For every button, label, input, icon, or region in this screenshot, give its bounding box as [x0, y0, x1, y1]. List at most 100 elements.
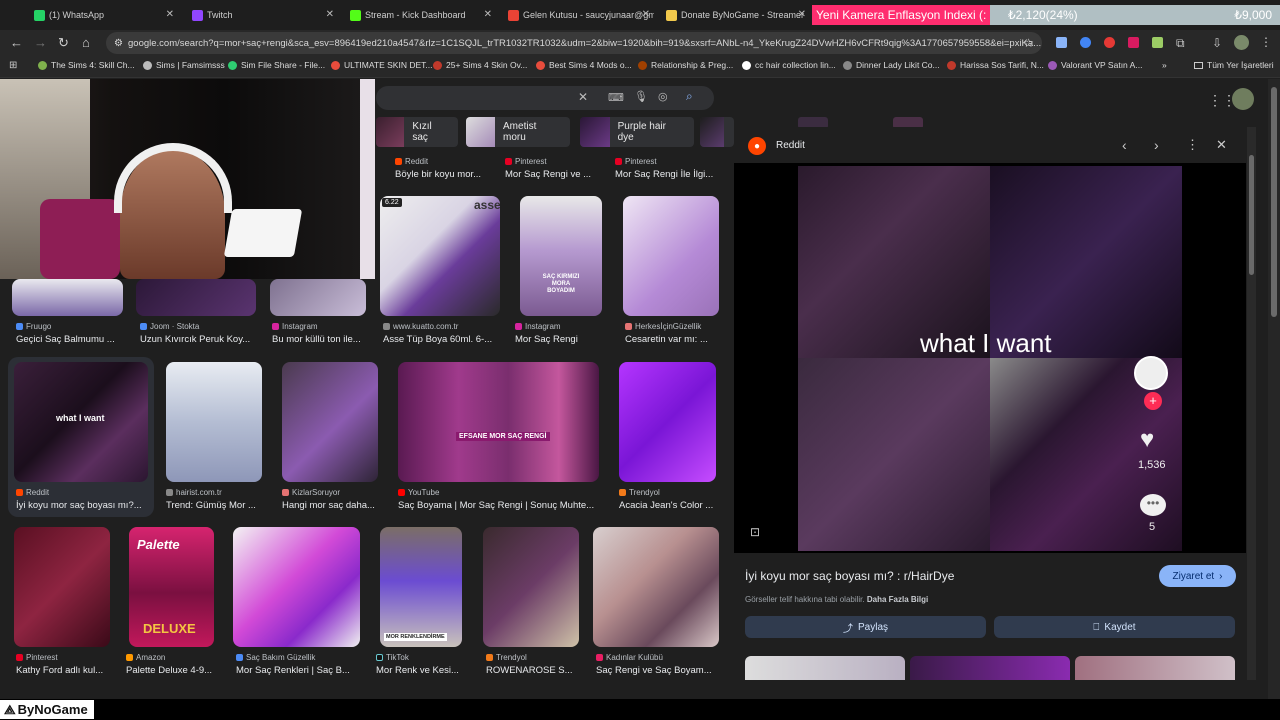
back-icon[interactable]: ←	[10, 35, 23, 50]
page-scrollbar[interactable]	[1268, 79, 1280, 699]
result-image[interactable]: Palette DELUXE	[129, 527, 214, 647]
account-avatar[interactable]	[1232, 88, 1254, 110]
save-button[interactable]: ⎕ Kaydet	[994, 616, 1235, 638]
result-image[interactable]	[282, 362, 378, 482]
extension-icon[interactable]	[1128, 37, 1139, 48]
result-image[interactable]	[270, 279, 366, 316]
extension-icon[interactable]	[1152, 37, 1163, 48]
more-bookmarks-icon[interactable]: »	[1162, 60, 1167, 70]
result-title[interactable]: Mor Saç Rengi	[515, 334, 611, 345]
result-title[interactable]: ROWENAROSE S...	[486, 665, 582, 676]
address-bar[interactable]: ⚙ google.com/search?q=mor+saç+rengi&sca_…	[106, 32, 1042, 54]
search-input[interactable]: ✕ ⌨ 🎙 ◎ ⌕	[376, 86, 714, 110]
related-image[interactable]	[910, 656, 1070, 680]
close-icon[interactable]: ✕	[798, 9, 806, 20]
lens-icon[interactable]: ◎	[658, 90, 668, 103]
extension-icon[interactable]	[1056, 37, 1067, 48]
share-button[interactable]: ⤴ Paylaş	[745, 616, 986, 638]
bookmark[interactable]: ULTIMATE SKIN DET...	[331, 60, 432, 70]
result-title[interactable]: Saç Rengi ve Saç Boyam...	[596, 665, 722, 676]
bookmark[interactable]: Relationship & Preg...	[638, 60, 733, 70]
result-image[interactable]: SAÇ KIRMIZI MORA BOYADIM	[520, 196, 602, 316]
result-title[interactable]: Geçici Saç Balmumu ...	[16, 334, 126, 345]
tab-twitch[interactable]: Twitch ✕	[186, 4, 338, 26]
result-image[interactable]: 6.22 asse	[380, 196, 500, 316]
result-image[interactable]	[593, 527, 719, 647]
chip-purple-hair-dye[interactable]: Purple hair dye	[580, 117, 694, 147]
bookmark[interactable]: Valorant VP Satın A...	[1048, 60, 1142, 70]
more-info-link[interactable]: Daha Fazla Bilgi	[867, 595, 928, 604]
all-bookmarks[interactable]: Tüm Yer İşaretleri	[1194, 60, 1274, 70]
bookmark[interactable]: cc hair collection lin...	[742, 60, 836, 70]
bookmark[interactable]: Harissa Sos Tarifi, N...	[947, 60, 1044, 70]
keyboard-icon[interactable]: ⌨	[608, 91, 624, 104]
visit-button[interactable]: Ziyaret et ›	[1159, 565, 1236, 587]
result-title[interactable]: İyi koyu mor saç boyası mı?...	[16, 500, 152, 511]
main-preview-image[interactable]: what I want + ♥ 1,536 ••• 5	[798, 166, 1182, 551]
comment-icon[interactable]: •••	[1140, 494, 1166, 516]
result-title[interactable]: Hangi mor saç daha...	[282, 500, 382, 511]
result-title[interactable]: Asse Tüp Boya 60ml. 6-...	[383, 334, 503, 345]
bookmark[interactable]: Sim File Share - File...	[228, 60, 325, 70]
close-icon[interactable]: ✕	[326, 9, 334, 20]
site-info-icon[interactable]: ⚙	[114, 38, 123, 49]
close-icon[interactable]: ✕	[1216, 137, 1227, 153]
tab-whatsapp[interactable]: (1) WhatsApp ✕	[28, 4, 178, 26]
tab-bynogame[interactable]: Donate ByNoGame - Streamer ✕	[660, 4, 810, 26]
heart-icon[interactable]: ♥	[1140, 426, 1154, 454]
result-title[interactable]: Cesaretin var mı: ...	[625, 334, 721, 345]
result-title[interactable]: Saç Boyama | Mor Saç Rengi | Sonuç Muhte…	[398, 500, 603, 511]
result-image[interactable]	[166, 362, 262, 482]
result-image[interactable]	[12, 279, 123, 316]
extension-icon[interactable]	[1104, 37, 1115, 48]
result-title[interactable]: Palette Deluxe 4-9...	[126, 665, 226, 676]
reload-icon[interactable]: ↻	[58, 35, 69, 51]
extension-icon[interactable]	[1080, 37, 1091, 48]
panel-source[interactable]: Reddit	[776, 140, 805, 151]
search-icon[interactable]: ⌕	[686, 89, 693, 104]
tab-gmail[interactable]: Gelen Kutusu - saucyjunaar@gm ✕	[502, 4, 654, 26]
panel-scrollbar[interactable]	[1247, 127, 1256, 680]
creator-avatar[interactable]	[1134, 356, 1168, 390]
result-title[interactable]: Mor Renk ve Kesi...	[376, 665, 466, 676]
apps-icon[interactable]: ⊞	[9, 60, 17, 71]
downloads-icon[interactable]: ⇩	[1212, 36, 1222, 50]
result-image[interactable]: EFSANE MOR SAÇ RENGİ	[398, 362, 599, 482]
panel-title[interactable]: İyi koyu mor saç boyası mı? : r/HairDye	[745, 569, 954, 583]
result-image[interactable]	[14, 527, 110, 647]
forward-icon[interactable]: →	[34, 35, 47, 50]
close-icon[interactable]: ✕	[484, 9, 492, 20]
close-icon[interactable]: ✕	[642, 9, 650, 20]
result-title[interactable]: Bu mor küllü ton ile...	[272, 334, 368, 345]
lens-search-icon[interactable]: ⊡	[750, 525, 760, 539]
puzzle-icon[interactable]: ⧉	[1176, 36, 1185, 51]
result-title[interactable]: Uzun Kıvırcık Peruk Koy...	[140, 334, 260, 345]
follow-plus-icon[interactable]: +	[1144, 392, 1162, 410]
bookmark[interactable]: Best Sims 4 Mods o...	[536, 60, 632, 70]
chevron-right-icon[interactable]: ›	[1154, 137, 1159, 153]
close-icon[interactable]: ✕	[166, 9, 174, 20]
result-image[interactable]	[623, 196, 719, 316]
menu-icon[interactable]: ⋮	[1260, 35, 1272, 49]
related-image[interactable]	[1075, 656, 1235, 680]
result-title[interactable]: Acacia Jean's Color ...	[619, 500, 719, 511]
star-icon[interactable]: ☆	[1023, 36, 1034, 50]
tab-kick[interactable]: Stream - Kick Dashboard ✕	[344, 4, 496, 26]
chip-ametist-moru[interactable]: Ametist moru	[466, 117, 570, 147]
home-icon[interactable]: ⌂	[82, 35, 90, 50]
chevron-left-icon[interactable]: ‹	[1122, 137, 1127, 153]
chip-more[interactable]	[700, 117, 734, 147]
result-image[interactable]	[483, 527, 579, 647]
profile-avatar[interactable]	[1234, 35, 1249, 50]
mic-icon[interactable]: 🎙	[634, 90, 648, 103]
result-title[interactable]: Kathy Ford adlı kul...	[16, 665, 116, 676]
more-options-icon[interactable]: ⋮	[1186, 137, 1199, 153]
bookmark[interactable]: The Sims 4: Skill Ch...	[38, 60, 135, 70]
bookmark[interactable]: Sims | Famsimsss	[143, 60, 225, 70]
bookmark[interactable]: Dinner Lady Likit Co...	[843, 60, 940, 70]
result-title[interactable]: Mor Saç Renkleri | Saç B...	[236, 665, 366, 676]
result-image[interactable]: MOR RENKLENDİRME	[380, 527, 462, 647]
result-image[interactable]	[233, 527, 360, 647]
result-image[interactable]	[136, 279, 256, 316]
clear-icon[interactable]: ✕	[578, 90, 588, 104]
